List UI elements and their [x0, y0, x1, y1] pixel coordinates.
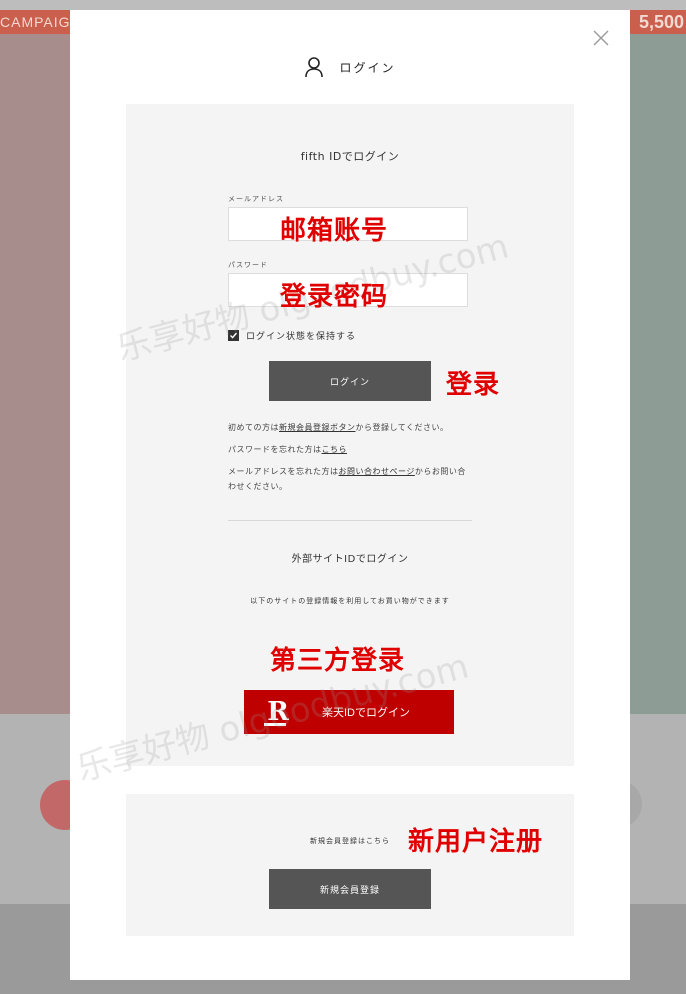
forgot-password-link[interactable]: こちら: [322, 445, 348, 454]
keep-login-label: ログイン状態を保持する: [246, 332, 357, 342]
info-text: パスワードを忘れた方は: [228, 445, 322, 454]
annotation-email: 邮箱账号: [280, 216, 389, 246]
password-label: パスワード: [228, 261, 268, 269]
email-label: メールアドレス: [228, 195, 284, 203]
info-forgot-email: メールアドレスを忘れた方はお問い合わせページからお問い合わせください。: [228, 464, 474, 494]
annotation-password: 登录密码: [280, 282, 389, 312]
info-text: 初めての方は: [228, 423, 279, 432]
banner-right-text: 5,500: [638, 12, 684, 32]
annotation-login: 登录: [446, 370, 501, 400]
modal-title: ログイン: [339, 60, 396, 75]
background-right-image: [630, 34, 686, 714]
background-topbar: [0, 0, 686, 10]
modal-header: ログイン: [70, 56, 630, 80]
register-panel: 新規会員登録はこちら 新規会員登録: [126, 794, 574, 936]
section-divider: [228, 520, 472, 521]
user-icon: [304, 56, 324, 78]
annotation-new-user: 新用户注册: [408, 827, 544, 857]
rakuten-logo-icon: R: [264, 697, 292, 727]
banner-left-text: CAMPAIG: [0, 14, 71, 30]
external-login-subtitle: 以下のサイトの登録情報を利用してお買い物ができます: [250, 597, 450, 605]
keep-login-checkbox[interactable]: ログイン状態を保持する: [228, 329, 356, 342]
fifth-login-title: fifth IDでログイン: [300, 150, 400, 163]
contact-page-link[interactable]: お問い合わせページ: [339, 467, 415, 476]
external-login-title: 外部サイトIDでログイン: [291, 554, 409, 565]
rakuten-login-label: 楽天IDでログイン: [322, 707, 410, 719]
info-first-time: 初めての方は新規会員登録ボタンから登録してください。: [228, 420, 478, 435]
register-button-link[interactable]: 新規会員登録ボタン: [279, 423, 356, 432]
info-text: メールアドレスを忘れた方は: [228, 467, 339, 476]
annotation-third-party: 第三方登录: [270, 646, 406, 676]
check-icon[interactable]: [228, 330, 239, 341]
login-modal: ログイン fifth IDでログイン メールアドレス パスワード ログイン状態を…: [70, 10, 630, 980]
login-button[interactable]: ログイン: [269, 361, 431, 401]
rakuten-login-button[interactable]: R 楽天IDでログイン: [244, 690, 454, 734]
info-text: から登録してください。: [355, 423, 449, 432]
background-left-image: [0, 34, 70, 714]
register-button[interactable]: 新規会員登録: [269, 869, 431, 909]
close-icon[interactable]: [592, 29, 610, 47]
info-forgot-password: パスワードを忘れた方はこちら: [228, 442, 478, 457]
